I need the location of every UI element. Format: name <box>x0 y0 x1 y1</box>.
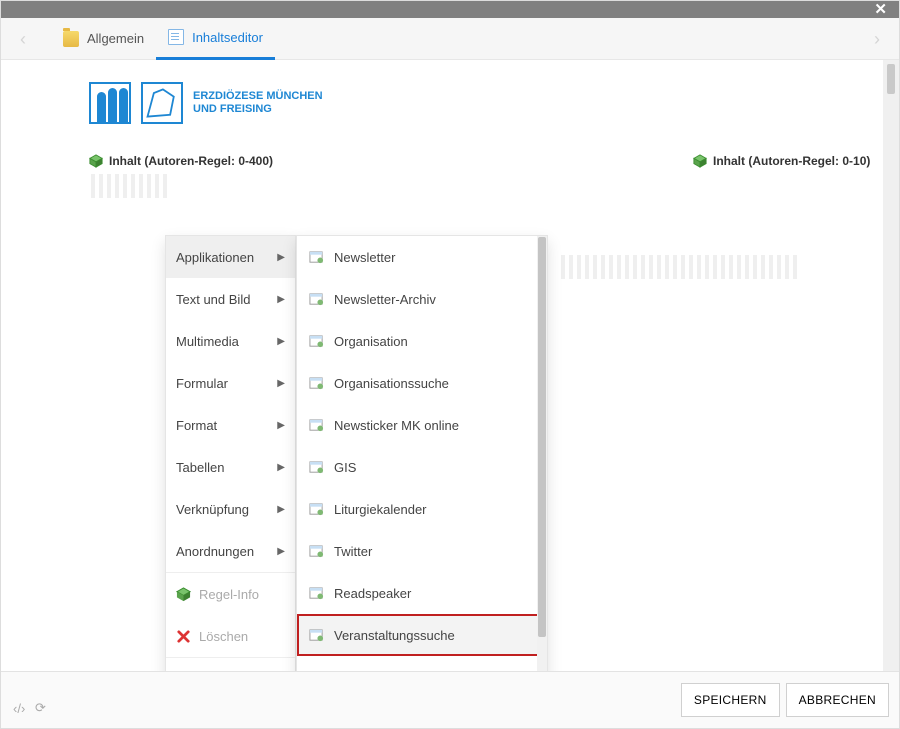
titlebar: ✕ <box>1 1 899 18</box>
submenu-item-label: Liturgiekalender <box>334 502 427 517</box>
menu-item-tabellen[interactable]: Tabellen ▶ <box>166 446 295 488</box>
widget-icon <box>309 502 324 517</box>
submenu-item-readspeaker[interactable]: Readspeaker <box>297 572 547 614</box>
chevron-right-icon: ▶ <box>277 336 285 347</box>
chevron-right-icon: ▶ <box>277 252 285 263</box>
brand-header: ERZDIÖZESE MÜNCHENUND FREISING <box>1 60 899 134</box>
menu-item-regel-info: Regel-Info <box>166 573 295 615</box>
chevron-right-icon: ▶ <box>277 504 285 515</box>
widget-icon <box>309 418 324 433</box>
close-icon[interactable]: ✕ <box>874 1 887 18</box>
tab-label: Inhaltseditor <box>192 30 263 45</box>
submenu-item-liturgiekalender[interactable]: Liturgiekalender <box>297 488 547 530</box>
menu-item-anordnungen[interactable]: Anordnungen ▶ <box>166 530 295 572</box>
submenu-item-label: Newsletter-Archiv <box>334 292 436 307</box>
folder-icon <box>63 31 79 47</box>
menu-item-label: Formular <box>176 376 228 391</box>
submenu-item-organisation[interactable]: Organisation <box>297 320 547 362</box>
chevron-right-icon: ▶ <box>277 378 285 389</box>
refresh-icon[interactable]: ⟳ <box>35 700 46 716</box>
editor-canvas: ERZDIÖZESE MÜNCHENUND FREISING Inhalt (A… <box>1 60 899 673</box>
region-label: Inhalt (Autoren-Regel: 0-10) <box>713 154 870 168</box>
widget-icon <box>309 334 324 349</box>
brand-text: ERZDIÖZESE MÜNCHENUND FREISING <box>193 90 323 116</box>
menu-item-l-schen: Löschen <box>166 615 295 657</box>
chevron-right-icon: ▶ <box>277 294 285 305</box>
menu-item-text-und-bild[interactable]: Text und Bild ▶ <box>166 278 295 320</box>
widget-icon <box>309 544 324 559</box>
cancel-button[interactable]: ABBRECHEN <box>786 683 889 717</box>
chevron-right-icon: ▶ <box>277 546 285 557</box>
widget-icon <box>309 586 324 601</box>
code-icon[interactable]: ‹/› <box>13 701 25 716</box>
chevron-right-icon: ▶ <box>277 462 285 473</box>
submenu-item-veranstaltungssuche[interactable]: Veranstaltungssuche <box>297 614 547 656</box>
context-menu-primary: Applikationen▶Text und Bild▶Multimedia▶F… <box>165 235 296 673</box>
submenu-item-newsletter-archiv[interactable]: Newsletter-Archiv <box>297 278 547 320</box>
save-button[interactable]: SPEICHERN <box>681 683 780 717</box>
menu-item-label: Regel-Info <box>199 587 259 602</box>
submenu-item-organisationssuche[interactable]: Organisationssuche <box>297 362 547 404</box>
widget-icon <box>309 376 324 391</box>
menu-item-label: Verknüpfung <box>176 502 249 517</box>
widget-icon <box>309 460 324 475</box>
submenu-item-label: Twitter <box>334 544 372 559</box>
tab-label: Allgemein <box>87 31 144 46</box>
context-menu: Applikationen▶Text und Bild▶Multimedia▶F… <box>165 235 548 673</box>
submenu-scrollbar[interactable] <box>537 236 547 673</box>
menu-item-label: Löschen <box>199 629 248 644</box>
submenu-item-label: Veranstaltungssuche <box>334 628 455 643</box>
document-icon <box>168 29 184 45</box>
submenu-item-label: Organisation <box>334 334 408 349</box>
region-header-row: Inhalt (Autoren-Regel: 0-400) Inhalt (Au… <box>1 134 899 168</box>
widget-icon <box>309 628 324 643</box>
cube-icon <box>693 154 707 168</box>
tab-general[interactable]: Allgemein <box>51 18 156 60</box>
dialog-root: ✕ ‹ Allgemein Inhaltseditor › ERZDIÖZESE… <box>0 0 900 729</box>
chevron-right-icon: ▶ <box>277 420 285 431</box>
brand-logo-b <box>141 82 183 124</box>
menu-item-multimedia[interactable]: Multimedia ▶ <box>166 320 295 362</box>
widget-icon <box>309 292 324 307</box>
cube-icon <box>176 587 191 602</box>
dropzone-stripes[interactable] <box>561 255 811 279</box>
menu-item-verkn-pfung[interactable]: Verknüpfung ▶ <box>166 488 295 530</box>
content-region-right: Inhalt (Autoren-Regel: 0-10) <box>693 154 870 168</box>
cube-icon <box>89 154 103 168</box>
menu-item-label: Format <box>176 418 217 433</box>
menu-item-label: Applikationen <box>176 250 254 265</box>
submenu-item-label: GIS <box>334 460 356 475</box>
vertical-scrollbar[interactable] <box>883 60 899 673</box>
region-label: Inhalt (Autoren-Regel: 0-400) <box>109 154 273 168</box>
widget-icon <box>309 250 324 265</box>
submenu-item-label: Newsticker MK online <box>334 418 459 433</box>
dialog-footer: ‹/› ⟳ SPEICHERN ABBRECHEN <box>1 671 900 728</box>
delete-icon <box>176 629 191 644</box>
submenu-item-label: Organisationssuche <box>334 376 449 391</box>
submenu-item-label: Newsletter <box>334 250 395 265</box>
nav-next-icon[interactable]: › <box>869 31 885 47</box>
menu-item-label: Tabellen <box>176 460 224 475</box>
menu-item-label: Text und Bild <box>176 292 250 307</box>
dropzone-stripes[interactable] <box>91 174 173 198</box>
submenu-item-gis[interactable]: GIS <box>297 446 547 488</box>
brand-logo-a <box>89 82 131 124</box>
submenu-item-twitter[interactable]: Twitter <box>297 530 547 572</box>
menu-item-formular[interactable]: Formular ▶ <box>166 362 295 404</box>
tab-content-editor[interactable]: Inhaltseditor <box>156 18 275 60</box>
context-menu-submenu: Newsletter Newsletter-Archiv Organisation O… <box>296 235 548 673</box>
menu-item-label: Multimedia <box>176 334 239 349</box>
menu-item-format[interactable]: Format ▶ <box>166 404 295 446</box>
nav-prev-icon[interactable]: ‹ <box>15 31 31 47</box>
tab-strip: ‹ Allgemein Inhaltseditor › <box>1 18 899 60</box>
submenu-item-newsletter[interactable]: Newsletter <box>297 236 547 278</box>
content-region-left: Inhalt (Autoren-Regel: 0-400) <box>89 154 273 168</box>
menu-item-applikationen[interactable]: Applikationen ▶ <box>166 236 295 278</box>
submenu-item-label: Readspeaker <box>334 586 411 601</box>
menu-item-label: Anordnungen <box>176 544 254 559</box>
submenu-item-newsticker-mk-online[interactable]: Newsticker MK online <box>297 404 547 446</box>
